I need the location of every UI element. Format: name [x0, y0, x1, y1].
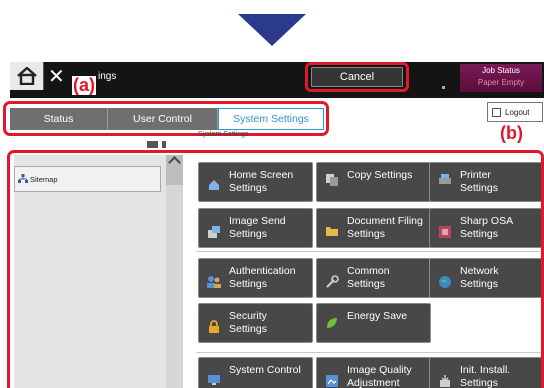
tab-system-settings[interactable]: System Settings: [218, 108, 324, 130]
job-status-sub: Paper Empty: [477, 78, 525, 87]
cancel-button-label: Cancel: [339, 71, 375, 83]
tab-label: System Settings: [233, 113, 309, 125]
tab-status[interactable]: Status: [10, 108, 108, 130]
tab-user-control[interactable]: User Control: [108, 108, 218, 130]
logout-icon: [492, 107, 501, 117]
callout-b-label: (b): [500, 123, 523, 143]
tab-label: User Control: [133, 113, 192, 125]
home-icon: [16, 67, 37, 85]
cancel-button[interactable]: Cancel: [311, 67, 403, 87]
tools-icon: ✕: [48, 66, 65, 88]
screen-title: ings: [98, 71, 117, 82]
callout-a-label: (a): [72, 75, 96, 95]
status-dot: [442, 86, 445, 89]
home-button[interactable]: [10, 62, 44, 90]
screen: ✕ ings Cancel Job Status Paper Empty (a)…: [0, 0, 544, 388]
job-status-title: Job Status: [482, 66, 520, 75]
callout-panel-ring: [7, 150, 544, 388]
tab-label: Status: [43, 113, 74, 125]
down-arrow-icon: [238, 14, 306, 46]
pane-toggle-icon-part: [162, 141, 166, 148]
tab-bar: Status User Control System Settings: [10, 108, 324, 130]
breadcrumb: System Settings: [198, 131, 249, 138]
logout-button[interactable]: Logout: [487, 102, 543, 122]
pane-toggle-icon[interactable]: [147, 141, 158, 148]
logout-label: Logout: [505, 107, 530, 117]
